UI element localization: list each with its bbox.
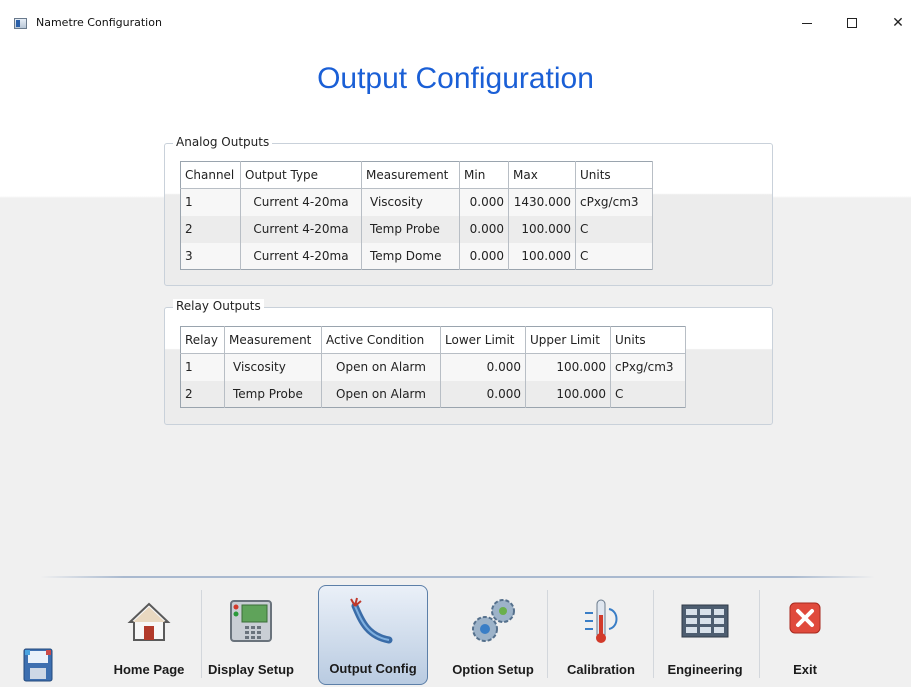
nav-engineering[interactable]: Engineering (652, 585, 758, 685)
cell-measurement: Viscosity (361, 188, 460, 216)
nav-label: Engineering (667, 662, 743, 677)
cell-measurement: Temp Probe (224, 380, 322, 408)
column-header-max[interactable]: Max (508, 161, 576, 189)
cell-max: 1430.000 (508, 188, 576, 216)
relay-outputs-table[interactable]: Relay Measurement Active Condition Lower… (180, 326, 686, 408)
cell-channel: 1 (180, 188, 241, 216)
cell-min: 0.000 (459, 242, 509, 270)
cell-channel: 3 (180, 242, 241, 270)
nav-label: Display Setup (208, 662, 294, 677)
cell-lower-limit: 0.000 (440, 380, 526, 408)
gears-icon (472, 599, 515, 642)
nav-calibration[interactable]: Calibration (548, 585, 654, 685)
close-button[interactable]: ✕ (880, 12, 911, 34)
minimize-icon (802, 22, 812, 24)
cell-output-type: Current 4-20ma (240, 242, 362, 270)
nav-label: Exit (793, 662, 817, 677)
column-header-upper-limit[interactable]: Upper Limit (525, 326, 611, 354)
thermometer-icon (585, 599, 618, 643)
analog-outputs-table[interactable]: Channel Output Type Measurement Min Max … (180, 161, 653, 270)
column-header-min[interactable]: Min (459, 161, 509, 189)
column-header-relay[interactable]: Relay (180, 326, 225, 354)
nav-display-setup[interactable]: Display Setup (198, 585, 304, 685)
nav-output-config[interactable]: Output Config (318, 585, 428, 685)
cell-upper-limit: 100.000 (525, 380, 611, 408)
analog-outputs-group: Analog Outputs Channel Output Type Measu… (164, 135, 773, 286)
table-row[interactable]: 1 Viscosity Open on Alarm 0.000 100.000 … (180, 353, 686, 381)
maximize-button[interactable] (834, 12, 870, 34)
cell-relay: 2 (180, 380, 225, 408)
cell-output-type: Current 4-20ma (240, 215, 362, 243)
relay-outputs-label: Relay Outputs (173, 299, 264, 313)
display-panel-icon (230, 600, 272, 642)
cell-units: cPxg/cm3 (610, 353, 686, 381)
cell-output-type: Current 4-20ma (240, 188, 362, 216)
column-header-measurement[interactable]: Measurement (361, 161, 460, 189)
page-title: Output Configuration (317, 62, 594, 95)
cell-units: C (610, 380, 686, 408)
column-header-channel[interactable]: Channel (180, 161, 241, 189)
cell-measurement: Viscosity (224, 353, 322, 381)
cable-icon (350, 597, 393, 644)
nav-label: Home Page (113, 662, 185, 677)
column-header-output-type[interactable]: Output Type (240, 161, 362, 189)
cell-lower-limit: 0.000 (440, 353, 526, 381)
table-header-row: Relay Measurement Active Condition Lower… (180, 326, 686, 354)
cell-max: 100.000 (508, 215, 576, 243)
floppy-disk-icon[interactable] (23, 648, 53, 682)
app-window-icon (14, 18, 27, 29)
cell-units: cPxg/cm3 (575, 188, 653, 216)
cell-channel: 2 (180, 215, 241, 243)
minimize-button[interactable] (789, 12, 825, 34)
window-titlebar: Nametre Configuration ✕ (0, 0, 911, 48)
table-header-row: Channel Output Type Measurement Min Max … (180, 161, 653, 189)
nav-home-page[interactable]: Home Page (96, 585, 202, 685)
column-header-lower-limit[interactable]: Lower Limit (440, 326, 526, 354)
toolbar-divider (40, 576, 875, 578)
home-icon (127, 602, 171, 641)
nav-option-setup[interactable]: Option Setup (440, 585, 546, 685)
nav-label: Option Setup (452, 662, 534, 677)
close-icon: ✕ (892, 15, 904, 31)
column-header-units[interactable]: Units (575, 161, 653, 189)
relay-outputs-group: Relay Outputs Relay Measurement Active C… (164, 299, 773, 425)
nav-label: Calibration (567, 662, 635, 677)
column-header-units[interactable]: Units (610, 326, 686, 354)
analog-outputs-label: Analog Outputs (173, 135, 273, 149)
cell-units: C (575, 242, 653, 270)
cell-max: 100.000 (508, 242, 576, 270)
table-row[interactable]: 1 Current 4-20ma Viscosity 0.000 1430.00… (180, 188, 653, 216)
cell-min: 0.000 (459, 215, 509, 243)
nav-label: Output Config (329, 661, 417, 676)
column-header-active-condition[interactable]: Active Condition (321, 326, 441, 354)
cell-units: C (575, 215, 653, 243)
cell-measurement: Temp Dome (361, 242, 460, 270)
maximize-icon (847, 18, 857, 28)
table-row[interactable]: 2 Current 4-20ma Temp Probe 0.000 100.00… (180, 215, 653, 243)
table-row[interactable]: 3 Current 4-20ma Temp Dome 0.000 100.000… (180, 242, 653, 270)
cell-min: 0.000 (459, 188, 509, 216)
window-title: Nametre Configuration (36, 16, 162, 29)
cell-measurement: Temp Probe (361, 215, 460, 243)
exit-x-icon (789, 602, 821, 634)
nav-exit[interactable]: Exit (752, 585, 858, 685)
cell-relay: 1 (180, 353, 225, 381)
grid-panel-icon (681, 604, 729, 638)
cell-active-condition: Open on Alarm (321, 353, 441, 381)
cell-active-condition: Open on Alarm (321, 380, 441, 408)
table-row[interactable]: 2 Temp Probe Open on Alarm 0.000 100.000… (180, 380, 686, 408)
cell-upper-limit: 100.000 (525, 353, 611, 381)
column-header-measurement[interactable]: Measurement (224, 326, 322, 354)
